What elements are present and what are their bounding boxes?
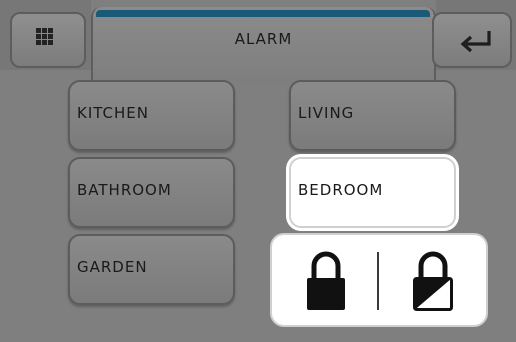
room-button-living[interactable]: LIVING	[289, 80, 456, 151]
lock-closed-icon[interactable]	[305, 250, 347, 314]
room-button-garden[interactable]: GARDEN	[68, 234, 235, 305]
room-button-bedroom[interactable]: BEDROOM	[289, 157, 456, 228]
title-accent-bar	[96, 10, 430, 17]
grid-icon	[36, 28, 54, 46]
header-bar: ALARM	[0, 0, 516, 84]
room-label: BATHROOM	[77, 181, 172, 199]
room-button-kitchen[interactable]: KITCHEN	[68, 80, 235, 151]
room-label: LIVING	[298, 104, 355, 122]
room-label: BEDROOM	[298, 181, 384, 199]
room-label: GARDEN	[77, 258, 148, 276]
return-arrow-icon	[460, 31, 491, 53]
lock-control-panel	[270, 233, 488, 327]
lock-divider	[377, 252, 379, 310]
page-title: ALARM	[234, 30, 293, 48]
lock-partial-icon[interactable]	[412, 250, 454, 314]
room-button-bathroom[interactable]: BATHROOM	[68, 157, 235, 228]
room-label: KITCHEN	[77, 104, 149, 122]
alarm-screen: ALARM KITCHEN LIVING BATHROOM BEDROOM GA…	[0, 0, 516, 342]
